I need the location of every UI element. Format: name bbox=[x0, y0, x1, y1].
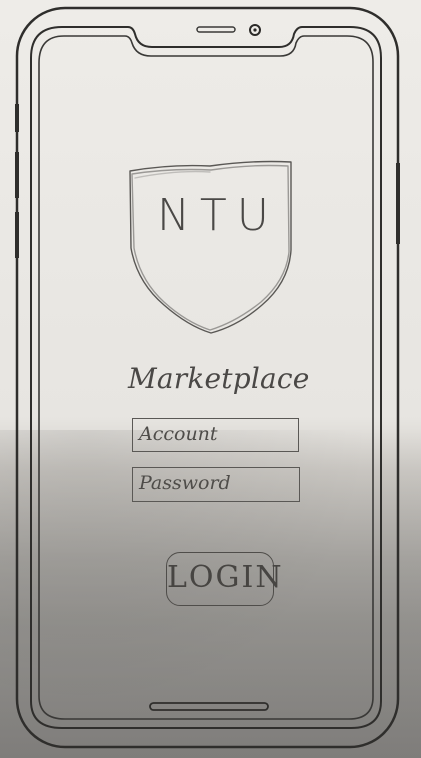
login-label: LOGIN bbox=[167, 560, 284, 595]
login-button[interactable]: LOGIN bbox=[166, 552, 282, 606]
password-placeholder: Password bbox=[139, 472, 231, 494]
account-input[interactable]: Account bbox=[132, 418, 299, 452]
home-indicator[interactable] bbox=[149, 702, 269, 711]
app-title: Marketplace bbox=[128, 362, 310, 395]
shield-icon bbox=[129, 160, 292, 334]
password-input[interactable]: Password bbox=[132, 467, 300, 502]
camera-icon bbox=[253, 28, 257, 32]
logo-text: NTU bbox=[157, 190, 279, 241]
account-placeholder: Account bbox=[139, 423, 218, 445]
speaker-slot bbox=[196, 26, 236, 33]
